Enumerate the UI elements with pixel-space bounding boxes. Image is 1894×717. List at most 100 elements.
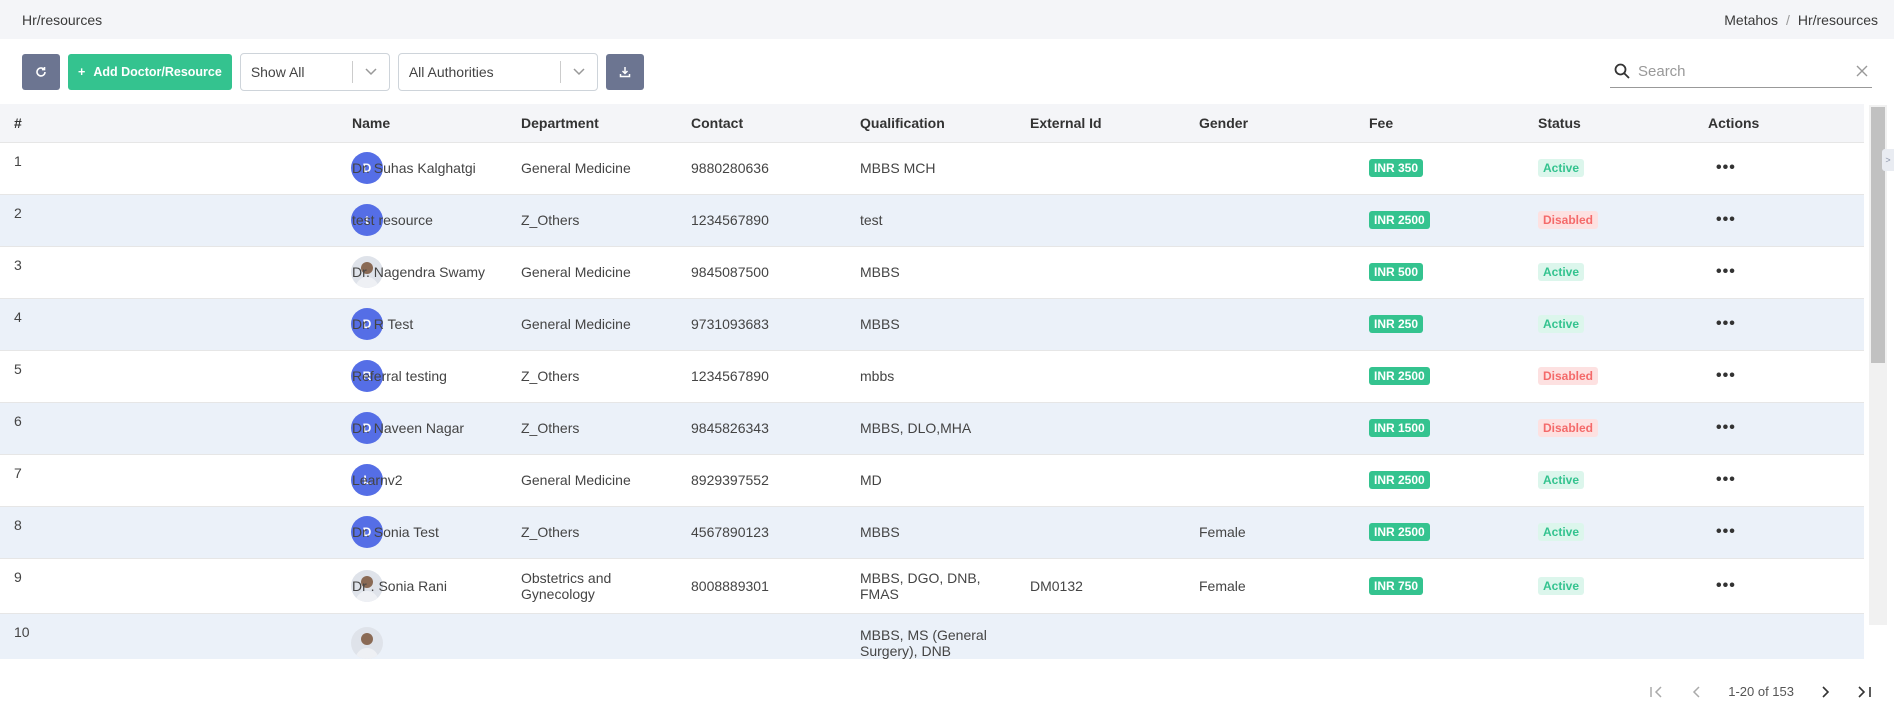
first-page-icon[interactable]: [1650, 685, 1664, 698]
column-header-external-id[interactable]: External Id: [1016, 104, 1185, 142]
ellipsis-icon[interactable]: •••: [1708, 367, 1736, 384]
cell-dept: General Medicine: [507, 453, 677, 506]
chevron-down-icon: [353, 67, 389, 76]
table-row[interactable]: 8 D Dr. Sonia Test Z_Others 4567890123 MBBS Fe…: [0, 505, 1864, 558]
column-header-number[interactable]: #: [0, 104, 169, 142]
cell-fee: [1355, 612, 1524, 659]
cell-dept: Z_Others: [507, 193, 677, 246]
status-badge: Disabled: [1538, 367, 1599, 385]
resources-card: + Add Doctor/Resource Show All All Autho…: [0, 39, 1894, 717]
cell-gender: [1185, 297, 1355, 350]
cell-name: Learnv2: [338, 453, 507, 506]
cell-gender: [1185, 401, 1355, 454]
refresh-button[interactable]: [22, 53, 60, 90]
ellipsis-icon[interactable]: •••: [1708, 419, 1736, 436]
cell-qual: MBBS: [846, 297, 1016, 350]
cell-num: 4: [0, 297, 169, 350]
authority-filter-select[interactable]: All Authorities: [397, 52, 598, 91]
scrollbar-thumb[interactable]: [1871, 107, 1885, 363]
table-row[interactable]: 9 Dr . Sonia Rani Obstetrics and Gynecolog…: [0, 557, 1864, 613]
cell-fee: INR 1500: [1355, 401, 1524, 454]
cell-actions: •••: [1694, 349, 1864, 402]
ellipsis-icon[interactable]: •••: [1708, 577, 1736, 594]
ellipsis-icon[interactable]: •••: [1708, 211, 1736, 228]
ellipsis-icon[interactable]: •••: [1708, 471, 1736, 488]
column-header-name[interactable]: Name: [338, 104, 507, 142]
search-icon: [1614, 63, 1630, 79]
cell-actions: •••: [1694, 557, 1864, 613]
status-filter-select[interactable]: Show All: [239, 52, 390, 91]
column-header-contact[interactable]: Contact: [677, 104, 846, 142]
ellipsis-icon[interactable]: •••: [1708, 159, 1736, 176]
cell-actions: •••: [1694, 297, 1864, 350]
search-placeholder: Search: [1638, 62, 1686, 80]
previous-page-icon[interactable]: [1692, 685, 1700, 698]
breadcrumb-item-home[interactable]: Metahos: [1724, 12, 1778, 28]
cell-ext: [1016, 612, 1185, 659]
cell-contact: 1234567890: [677, 193, 846, 246]
cell-gender: Female: [1185, 557, 1355, 613]
cell-dept: Obstetrics and Gynecology: [507, 557, 677, 613]
table-row[interactable]: 7 L Learnv2 General Medicine 8929397552 MD INR…: [0, 453, 1864, 506]
cell-fee: INR 350: [1355, 141, 1524, 194]
cell-status: Active: [1524, 141, 1694, 194]
status-badge: Active: [1538, 576, 1585, 595]
cell-num: 6: [0, 401, 169, 454]
cell-name: Dr. Suhas Kalghatgi: [338, 141, 507, 194]
add-doctor-resource-button[interactable]: + Add Doctor/Resource: [68, 53, 232, 90]
cell-name: Dr. R Test: [338, 297, 507, 350]
next-page-icon[interactable]: [1822, 685, 1830, 698]
table-row[interactable]: 5 R Referral testing Z_Others 1234567890 mbbs…: [0, 349, 1864, 402]
resources-table: # Name Department Contact Qualification …: [0, 104, 1864, 659]
column-header-status[interactable]: Status: [1524, 104, 1694, 142]
cell-qual: MBBS: [846, 505, 1016, 558]
cell-avatar: t: [169, 193, 383, 246]
cell-dept: [507, 612, 677, 659]
table-scrollbar[interactable]: [1869, 105, 1887, 625]
table-row[interactable]: 1 D Dr. Suhas Kalghatgi General Medicine 988…: [0, 141, 1864, 194]
download-button[interactable]: [605, 53, 644, 90]
cell-status: Active: [1524, 557, 1694, 613]
table-row[interactable]: 2 t test resource Z_Others 1234567890 test INR…: [0, 193, 1864, 246]
fee-badge: INR 250: [1369, 315, 1424, 333]
cell-status: Disabled: [1524, 349, 1694, 402]
cell-avatar: [169, 612, 383, 659]
cell-num: 10: [0, 612, 169, 659]
table-row[interactable]: 3 Dr. Nagendra Swamy General Medicine 98450…: [0, 245, 1864, 298]
cell-status: Active: [1524, 245, 1694, 298]
column-header-qualification[interactable]: Qualification: [846, 104, 1016, 142]
ellipsis-icon[interactable]: •••: [1708, 315, 1736, 332]
fee-badge: INR 2500: [1369, 367, 1430, 385]
table-row[interactable]: 10 MBBS, MS (General Surgery), DNB: [0, 612, 1864, 659]
column-header-fee[interactable]: Fee: [1355, 104, 1524, 142]
cell-gender: [1185, 612, 1355, 659]
search-input[interactable]: Search: [1610, 56, 1872, 88]
plus-icon: +: [78, 64, 86, 79]
cell-avatar: L: [169, 453, 383, 506]
cell-fee: INR 2500: [1355, 193, 1524, 246]
clear-search-icon[interactable]: [1856, 65, 1868, 77]
cell-dept: Z_Others: [507, 401, 677, 454]
cell-num: 2: [0, 193, 169, 246]
status-badge: Disabled: [1538, 419, 1599, 437]
fee-badge: INR 2500: [1369, 471, 1430, 489]
chevron-down-icon: [561, 67, 597, 76]
cell-contact: [677, 612, 846, 659]
status-filter-value: Show All: [250, 63, 305, 80]
column-header-gender[interactable]: Gender: [1185, 104, 1355, 142]
cell-status: Active: [1524, 297, 1694, 350]
ellipsis-icon[interactable]: •••: [1708, 263, 1736, 280]
cell-contact: 8929397552: [677, 453, 846, 506]
column-header-actions: Actions: [1708, 114, 1760, 131]
cell-avatar: D: [169, 297, 383, 350]
cell-avatar: D: [169, 401, 383, 454]
cell-contact: 4567890123: [677, 505, 846, 558]
last-page-icon[interactable]: [1858, 685, 1872, 698]
cell-status: Active: [1524, 453, 1694, 506]
side-panel-toggle-icon[interactable]: >: [1882, 149, 1894, 171]
ellipsis-icon[interactable]: •••: [1708, 523, 1736, 540]
cell-num: 9: [0, 557, 169, 613]
table-row[interactable]: 4 D Dr. R Test General Medicine 9731093683 MB…: [0, 297, 1864, 350]
table-row[interactable]: 6 D Dr. Naveen Nagar Z_Others 9845826343 MBBS…: [0, 401, 1864, 454]
column-header-department[interactable]: Department: [507, 104, 677, 142]
